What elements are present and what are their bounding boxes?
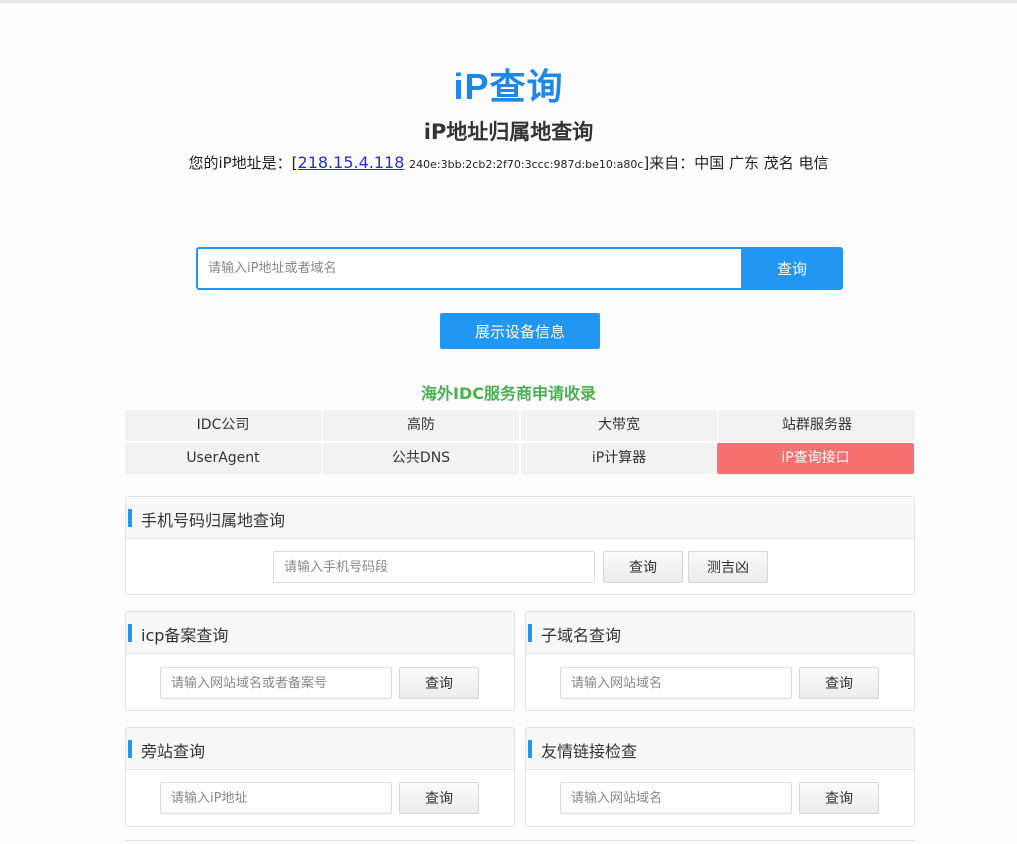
panel-header: 子域名查询 <box>526 612 914 654</box>
my-ip-prefix: 您的iP地址是：[ <box>188 154 298 172</box>
nav-item-idc-company[interactable]: IDC公司 <box>125 410 321 441</box>
panel-accent-bar <box>528 740 532 758</box>
panel-header: 手机号码归属地查询 <box>126 497 914 539</box>
subdomain-lookup-panel: 子域名查询 查询 <box>525 611 915 711</box>
panel-title: 子域名查询 <box>541 626 622 645</box>
nav-item-high-defense[interactable]: 高防 <box>323 410 519 441</box>
logo-text: 查询 <box>489 67 564 108</box>
nav-item-site-cluster[interactable]: 站群服务器 <box>719 410 915 441</box>
phone-input[interactable] <box>273 551 595 583</box>
panel-title: icp备案查询 <box>141 626 229 645</box>
icp-query-button[interactable]: 查询 <box>399 667 479 699</box>
side-site-lookup-panel: 旁站查询 查询 <box>125 727 515 827</box>
ip-search-bar: 查询 <box>196 247 843 290</box>
panel-title: 友情链接检查 <box>541 742 638 761</box>
nav-item-ip-calculator[interactable]: iP计算器 <box>521 443 717 474</box>
panel-accent-bar <box>128 509 132 527</box>
friend-link-check-panel: 友情链接检查 查询 <box>525 727 915 827</box>
panel-accent-bar <box>128 624 132 642</box>
phone-query-button[interactable]: 查询 <box>603 551 683 583</box>
next-panel-edge <box>125 840 915 844</box>
icp-input[interactable] <box>160 667 392 699</box>
friend-link-input[interactable] <box>560 782 792 814</box>
nav-item-useragent[interactable]: UserAgent <box>125 443 321 474</box>
panel-title: 旁站查询 <box>141 742 206 761</box>
phone-lookup-panel: 手机号码归属地查询 查询 测吉凶 <box>125 496 915 595</box>
side-site-query-button[interactable]: 查询 <box>399 782 479 814</box>
my-ip-v4-link[interactable]: 218.15.4.118 <box>298 153 405 172</box>
nav-item-ip-api[interactable]: iP查询接口 <box>717 443 914 474</box>
logo-ip: iP <box>453 66 490 107</box>
nav-item-bandwidth[interactable]: 大带宽 <box>521 410 717 441</box>
panel-header: icp备案查询 <box>126 612 514 654</box>
subdomain-input[interactable] <box>560 667 792 699</box>
panel-header: 友情链接检查 <box>526 728 914 770</box>
top-border <box>0 0 1017 3</box>
friend-link-query-button[interactable]: 查询 <box>799 782 879 814</box>
my-ip-location: ]来自：中国 广东 茂名 电信 <box>643 154 829 172</box>
icp-lookup-panel: icp备案查询 查询 <box>125 611 515 711</box>
panel-header: 旁站查询 <box>126 728 514 770</box>
nav-item-public-dns[interactable]: 公共DNS <box>323 443 519 474</box>
page-title: iP地址归属地查询 <box>423 120 594 144</box>
subdomain-query-button[interactable]: 查询 <box>799 667 879 699</box>
ip-search-button[interactable]: 查询 <box>741 247 843 290</box>
panel-accent-bar <box>128 740 132 758</box>
panel-accent-bar <box>528 624 532 642</box>
show-device-info-button[interactable]: 展示设备信息 <box>440 313 600 349</box>
panel-title: 手机号码归属地查询 <box>141 511 286 530</box>
tool-nav-grid: IDC公司 高防 大带宽 站群服务器 UserAgent 公共DNS iP计算器… <box>125 410 915 475</box>
ip-search-input[interactable] <box>196 247 741 290</box>
phone-fortune-button[interactable]: 测吉凶 <box>688 551 768 583</box>
site-logo[interactable]: iP查询 <box>0 58 1017 110</box>
side-site-input[interactable] <box>160 782 392 814</box>
my-ip-info: 您的iP地址是：[218.15.4.118 240e:3bb:2cb2:2f70… <box>0 152 1017 173</box>
my-ip-v6: 240e:3bb:2cb2:2f70:3ccc:987d:be10:a80c <box>409 158 644 171</box>
idc-apply-link[interactable]: 海外IDC服务商申请收录 <box>0 380 1017 404</box>
